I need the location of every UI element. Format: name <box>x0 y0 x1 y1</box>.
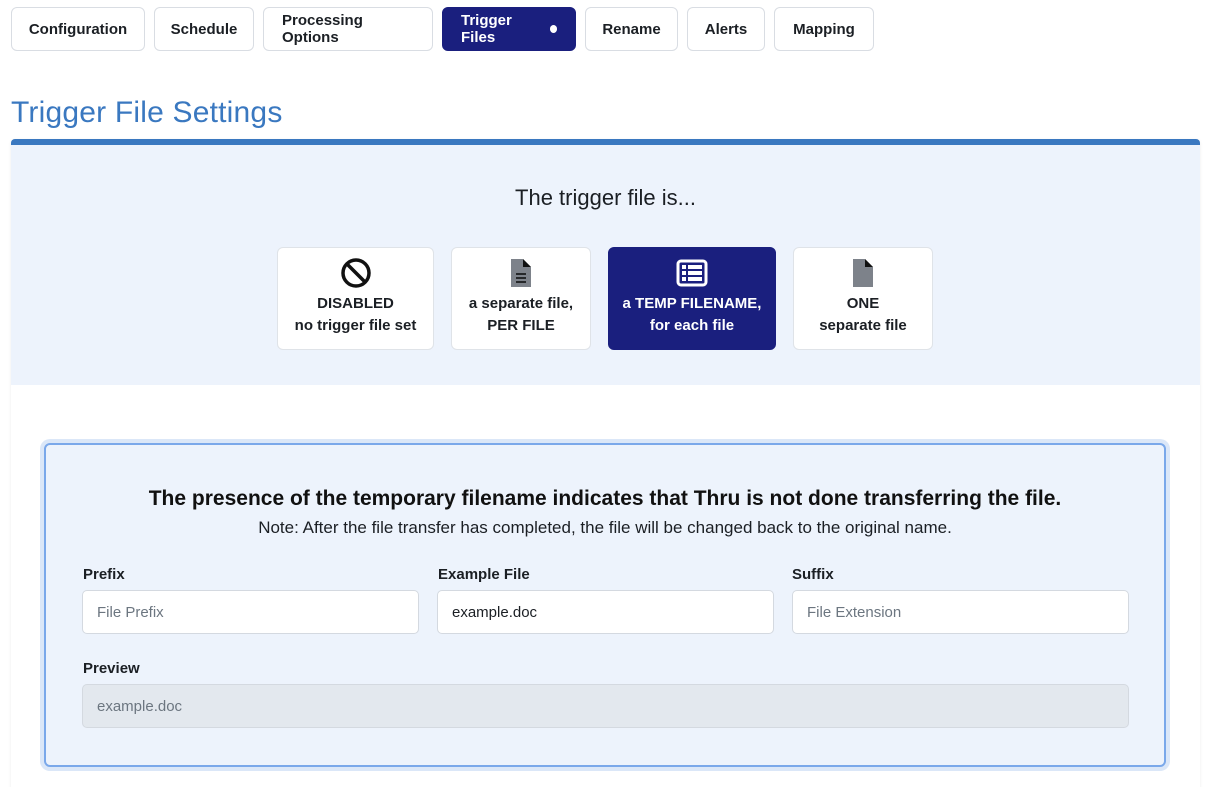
option-temp-filename-line2: for each file <box>649 317 735 334</box>
tab-bar: Configuration Schedule Processing Option… <box>11 7 874 51</box>
file-icon <box>851 257 875 289</box>
example-file-input[interactable]: example.doc <box>437 590 774 634</box>
trigger-heading: The trigger file is... <box>515 185 696 210</box>
trigger-type-area: The trigger file is... DISABLED no trigg… <box>11 145 1200 385</box>
suffix-input[interactable]: File Extension <box>792 590 1129 634</box>
tab-trigger-files-label: Trigger Files <box>461 12 512 46</box>
option-disabled[interactable]: DISABLED no trigger file set <box>277 247 434 350</box>
tab-schedule[interactable]: Schedule <box>154 7 254 51</box>
option-separate-per-file-line1: a separate file, <box>468 295 574 312</box>
suffix-label: Suffix <box>792 566 834 583</box>
option-separate-per-file-line2: PER FILE <box>487 317 555 334</box>
prefix-input[interactable]: File Prefix <box>82 590 419 634</box>
option-temp-filename-line1: a TEMP FILENAME, <box>622 295 762 312</box>
example-file-label: Example File <box>438 566 530 583</box>
option-disabled-line1: DISABLED <box>317 295 394 312</box>
option-temp-filename[interactable]: a TEMP FILENAME, for each file <box>608 247 776 350</box>
temp-filename-info-box: The presence of the temporary filename i… <box>44 443 1166 767</box>
option-disabled-line2: no trigger file set <box>294 317 417 334</box>
active-dot-icon <box>549 25 557 33</box>
list-table-icon <box>676 257 708 289</box>
option-one-separate-file-line2: separate file <box>819 317 907 334</box>
prefix-label: Prefix <box>83 566 125 583</box>
ban-icon <box>340 257 372 289</box>
option-one-separate-file[interactable]: ONE separate file <box>793 247 933 350</box>
preview-field: example.doc <box>82 684 1129 728</box>
tab-trigger-files[interactable]: Trigger Files <box>442 7 576 51</box>
tab-rename[interactable]: Rename <box>585 7 678 51</box>
file-lines-icon <box>509 257 533 289</box>
tab-mapping[interactable]: Mapping <box>774 7 874 51</box>
tab-configuration[interactable]: Configuration <box>11 7 145 51</box>
tab-processing-options[interactable]: Processing Options <box>263 7 433 51</box>
option-separate-per-file[interactable]: a separate file, PER FILE <box>451 247 591 350</box>
tab-alerts[interactable]: Alerts <box>687 7 765 51</box>
trigger-options: DISABLED no trigger file set a separate … <box>277 247 933 350</box>
preview-label: Preview <box>83 660 140 677</box>
option-one-separate-file-line1: ONE <box>846 295 880 312</box>
info-note: Note: After the file transfer has comple… <box>258 518 952 537</box>
section-title: Trigger File Settings <box>11 96 283 129</box>
trigger-settings-panel: The trigger file is... DISABLED no trigg… <box>11 139 1200 787</box>
info-title: The presence of the temporary filename i… <box>148 487 1062 510</box>
